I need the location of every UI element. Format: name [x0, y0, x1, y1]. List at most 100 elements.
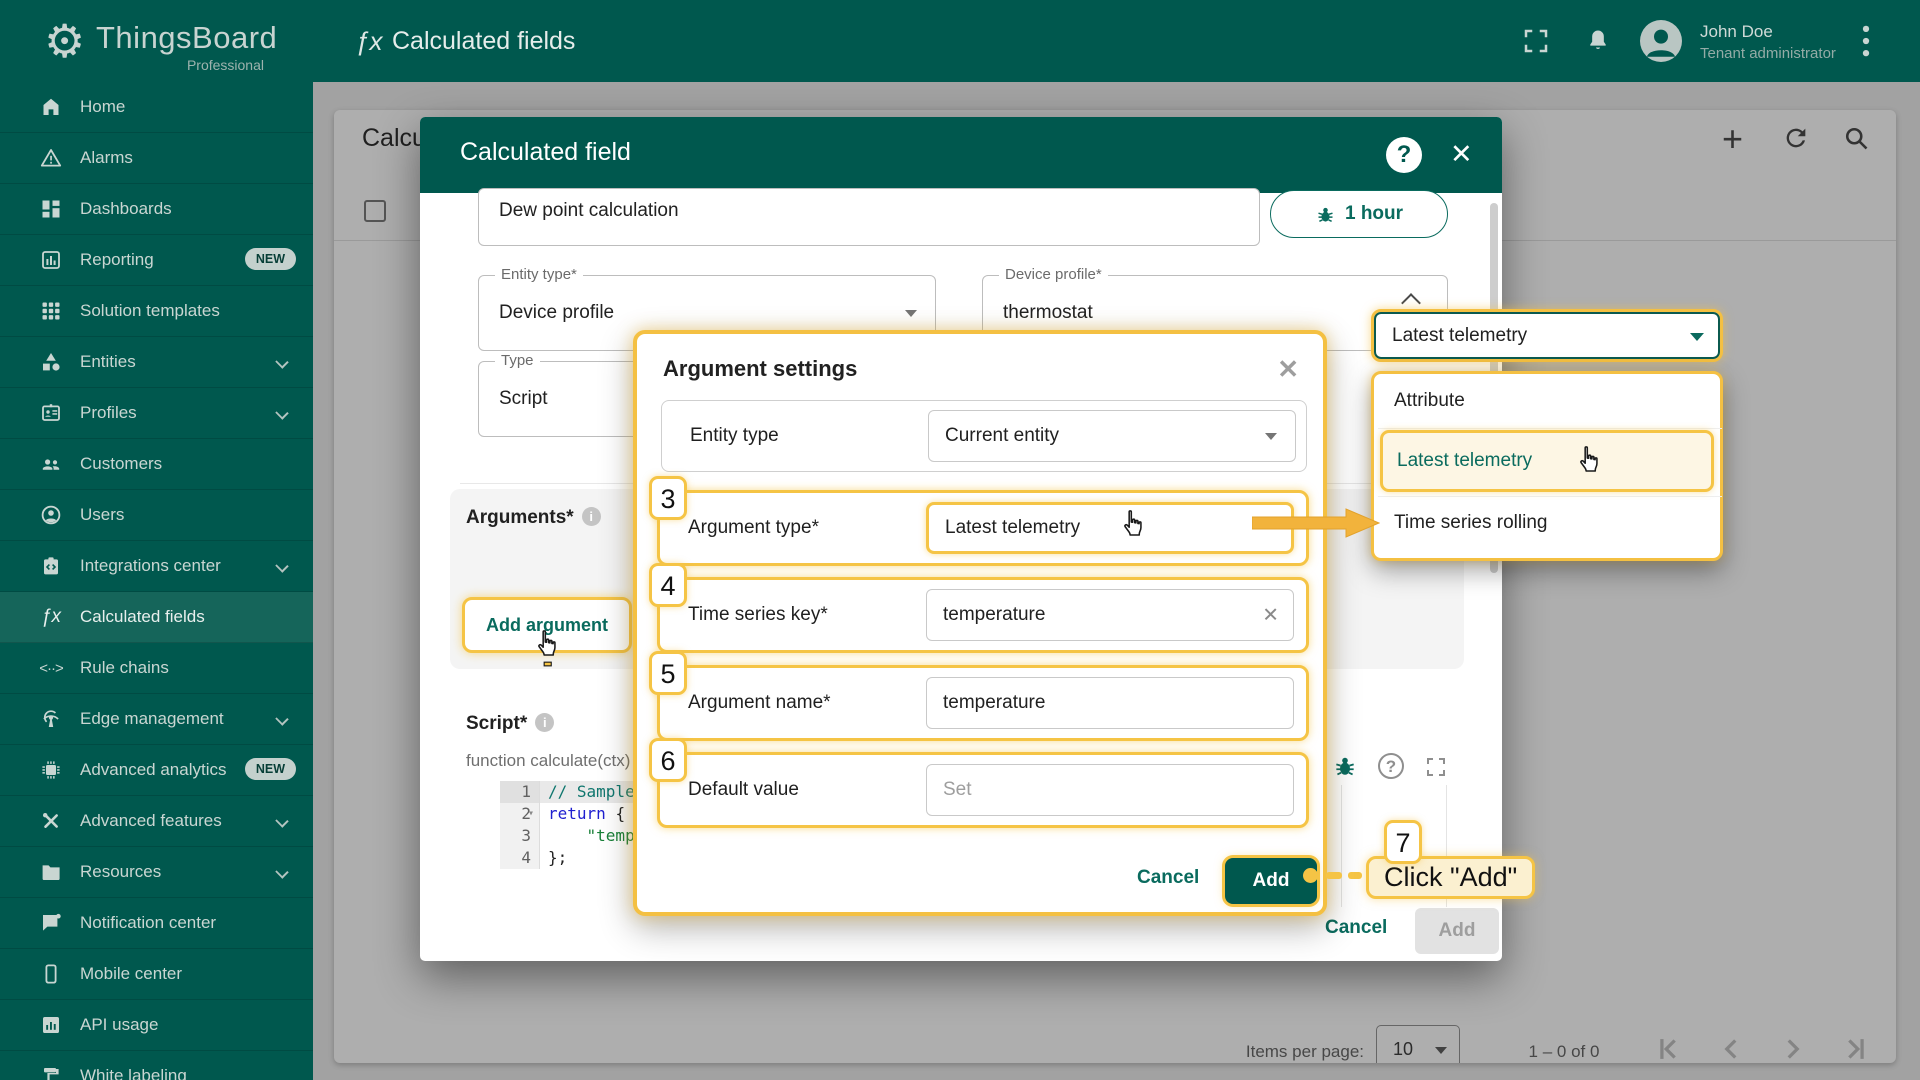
kebab-menu-icon[interactable] — [1860, 24, 1872, 63]
modal-title: Calculated field — [460, 138, 631, 167]
option-time-series-rolling[interactable]: Time series rolling — [1394, 512, 1547, 534]
help-icon[interactable]: ? — [1378, 753, 1404, 779]
customers-icon — [38, 451, 64, 477]
sidebar-item-api-usage[interactable]: API usage — [0, 1000, 313, 1051]
sidebar-item-entities[interactable]: Entities — [0, 337, 313, 388]
option-latest-telemetry[interactable]: Latest telemetry — [1380, 430, 1714, 492]
name-value: Dew point calculation — [499, 200, 679, 222]
sidebar-item-label: Mobile center — [80, 964, 182, 984]
sidebar-item-label: Notification center — [80, 913, 216, 933]
notifications-bell-icon[interactable] — [1584, 26, 1612, 61]
fold-caret-icon: ▾ — [528, 803, 534, 825]
sidebar-item-label: Advanced features — [80, 811, 222, 831]
sidebar-item-mobile-center[interactable]: Mobile center — [0, 949, 313, 1000]
help-icon[interactable]: ? — [1386, 137, 1422, 173]
user-name: John Doe — [1700, 22, 1773, 42]
alarms-icon — [38, 145, 64, 171]
dashboards-icon — [38, 196, 64, 222]
calculated-fields-icon: ƒx — [38, 604, 64, 630]
duration-chip[interactable]: 1 hour — [1270, 190, 1448, 238]
sidebar: HomeAlarms Dashboards ReportingNEW Solution… — [0, 82, 313, 1080]
argument-type-open-select[interactable]: Latest telemetry — [1371, 309, 1723, 362]
sidebar-item-label: Users — [80, 505, 124, 525]
selected-value: Latest telemetry — [1392, 325, 1527, 347]
entity-type-select[interactable]: Current entity — [928, 410, 1296, 462]
users-icon — [38, 502, 64, 528]
dialog-cancel-button[interactable]: Cancel — [1137, 867, 1199, 889]
modal-add-button-disabled[interactable]: Add — [1415, 908, 1499, 954]
sidebar-item-white-labeling[interactable]: White labeling — [0, 1051, 313, 1080]
new-badge: NEW — [245, 248, 296, 270]
clear-icon[interactable]: ✕ — [1262, 603, 1279, 628]
option-attribute[interactable]: Attribute — [1394, 390, 1465, 412]
sidebar-item-home[interactable]: Home — [0, 82, 313, 133]
sidebar-item-customers[interactable]: Customers — [0, 439, 313, 490]
close-icon[interactable]: ✕ — [1450, 139, 1473, 170]
modal-cancel-button[interactable]: Cancel — [1325, 917, 1387, 939]
step-badge-6: 6 — [649, 738, 687, 782]
sidebar-item-advanced-analytics[interactable]: Advanced analyticsNEW — [0, 745, 313, 796]
time-series-key-row: Time series key* temperature ✕ — [657, 577, 1309, 653]
sidebar-item-alarms[interactable]: Alarms — [0, 133, 313, 184]
reporting-icon — [38, 247, 64, 273]
row-label: Time series key* — [688, 604, 828, 626]
sidebar-item-rule-chains[interactable]: <··>Rule chains — [0, 643, 313, 694]
debug-bug-icon[interactable] — [1332, 753, 1358, 784]
debug-bug-icon — [1315, 204, 1336, 225]
connector-dash — [1348, 872, 1362, 879]
divider — [1378, 496, 1722, 497]
arguments-label: Arguments*i — [466, 507, 601, 529]
tutorial-arrow-icon — [1252, 508, 1380, 538]
divider — [1378, 428, 1722, 429]
chevron-down-icon — [275, 355, 288, 368]
step-badge-5: 5 — [649, 651, 687, 695]
argument-settings-dialog: Argument settings ✕ Entity type Current … — [633, 330, 1327, 916]
sidebar-item-label: Edge management — [80, 709, 224, 729]
sidebar-item-users[interactable]: Users — [0, 490, 313, 541]
row-value: temperature — [943, 604, 1045, 626]
close-icon[interactable]: ✕ — [1277, 354, 1299, 385]
row-value: temperature — [943, 692, 1045, 714]
page-title: Calculated fields — [392, 27, 575, 56]
sidebar-item-notification-center[interactable]: Notification center — [0, 898, 313, 949]
sidebar-item-advanced-features[interactable]: Advanced features — [0, 796, 313, 847]
default-value-input[interactable]: Set — [926, 764, 1294, 816]
row-value: Latest telemetry — [945, 517, 1080, 539]
sidebar-item-integrations-center[interactable]: Integrations center — [0, 541, 313, 592]
chevron-down-icon — [275, 712, 288, 725]
calculated-fields-icon: ƒx — [355, 26, 382, 57]
profiles-icon — [38, 400, 64, 426]
type-value: Script — [499, 388, 548, 410]
argument-name-row: Argument name* temperature — [657, 665, 1309, 741]
chevron-down-icon — [275, 814, 288, 827]
fullscreen-icon[interactable] — [1424, 755, 1448, 784]
dialog-title: Argument settings — [663, 356, 857, 382]
avatar[interactable] — [1640, 20, 1682, 62]
argument-type-select[interactable]: Latest telemetry — [926, 502, 1294, 554]
step-badge-7: 7 — [1384, 820, 1422, 864]
solution-templates-icon — [38, 298, 64, 324]
sidebar-item-solution-templates[interactable]: Solution templates — [0, 286, 313, 337]
sidebar-item-label: API usage — [80, 1015, 158, 1035]
chevron-down-icon — [1690, 333, 1704, 341]
entity-type-value: Device profile — [499, 302, 614, 324]
name-field[interactable]: Dew point calculation — [478, 188, 1260, 246]
sidebar-item-label: Dashboards — [80, 199, 172, 219]
sidebar-item-label: Solution templates — [80, 301, 220, 321]
screen: Calculated fields + Items per page: 10 1… — [0, 0, 1920, 1080]
sidebar-item-resources[interactable]: Resources — [0, 847, 313, 898]
dialog-add-button[interactable]: Add — [1225, 858, 1317, 904]
default-value-row: Default value Set — [657, 752, 1309, 828]
sidebar-item-profiles[interactable]: Profiles — [0, 388, 313, 439]
thingsboard-logo-icon: ⚙ — [44, 14, 85, 68]
row-placeholder: Set — [943, 779, 972, 801]
row-label: Argument type* — [688, 517, 819, 539]
sidebar-item-calculated-fields[interactable]: ƒxCalculated fields — [0, 592, 313, 643]
argument-name-input[interactable]: temperature — [926, 677, 1294, 729]
sidebar-item-dashboards[interactable]: Dashboards — [0, 184, 313, 235]
sidebar-item-edge-management[interactable]: Edge management — [0, 694, 313, 745]
fullscreen-icon[interactable] — [1521, 26, 1551, 61]
sidebar-item-label: Advanced analytics — [80, 760, 226, 780]
time-series-key-input[interactable]: temperature ✕ — [926, 589, 1294, 641]
sidebar-item-reporting[interactable]: ReportingNEW — [0, 235, 313, 286]
